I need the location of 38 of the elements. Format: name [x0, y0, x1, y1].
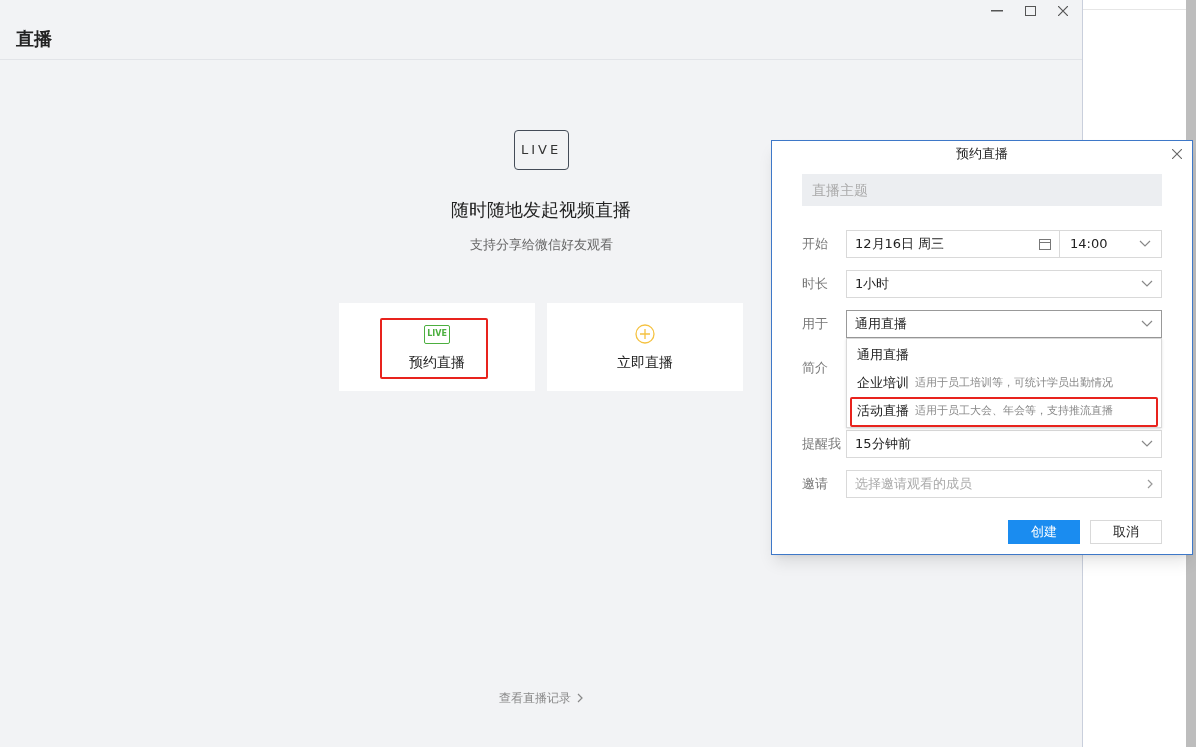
maximize-icon[interactable]	[1025, 6, 1036, 16]
dropdown-option[interactable]: 活动直播 适用于员工大会、年会等，支持推流直播	[847, 397, 1161, 425]
close-icon[interactable]	[1172, 149, 1182, 159]
field-label: 提醒我	[802, 435, 842, 454]
live-badge: LIVE	[513, 130, 569, 170]
dropdown-option[interactable]: 通用直播	[847, 341, 1161, 369]
date-field[interactable]: 12月16日 周三	[846, 230, 1060, 258]
field-label: 开始	[802, 235, 829, 254]
action-label: 预约直播	[409, 352, 465, 372]
action-card[interactable]: 立即直播	[547, 302, 743, 391]
headline: 随时随地发起视频直播	[451, 198, 631, 222]
minimize-icon[interactable]	[991, 10, 1003, 12]
subtitle: 支持分享给微信好友观看	[469, 236, 613, 254]
remind-dropdown[interactable]: 15分钟前	[846, 430, 1162, 458]
action-card[interactable]: LIVE 预约直播	[339, 302, 535, 391]
dropdown-option[interactable]: 企业培训 适用于员工培训等，可统计学员出勤情况	[847, 369, 1161, 397]
field-label: 简介	[802, 359, 829, 377]
chevron-right-icon	[1147, 479, 1153, 489]
window-title: 直播	[16, 27, 52, 51]
calendar-icon	[1039, 238, 1051, 250]
dialog-title: 预约直播	[956, 145, 1008, 164]
calendar-icon: LIVE	[424, 324, 450, 344]
plus-circle-icon	[635, 324, 655, 344]
chevron-down-icon	[1139, 240, 1151, 248]
field-label: 邀请	[802, 475, 829, 494]
chevron-down-icon	[1141, 280, 1153, 288]
time-dropdown[interactable]: 14:00	[1060, 230, 1162, 258]
chevron-down-icon	[1141, 320, 1153, 328]
topic-field[interactable]: 直播主题	[802, 174, 1162, 206]
close-icon[interactable]	[1058, 6, 1068, 16]
duration-dropdown[interactable]: 1小时	[846, 270, 1162, 298]
chevron-down-icon	[1141, 440, 1153, 448]
field-label: 用于	[802, 315, 829, 334]
cancel-button[interactable]: 取消	[1090, 520, 1162, 544]
action-label: 立即直播	[617, 353, 673, 372]
field-label: 时长	[802, 275, 829, 294]
chevron-right-icon	[577, 693, 583, 703]
usage-dropdown[interactable]: 通用直播	[846, 310, 1162, 338]
